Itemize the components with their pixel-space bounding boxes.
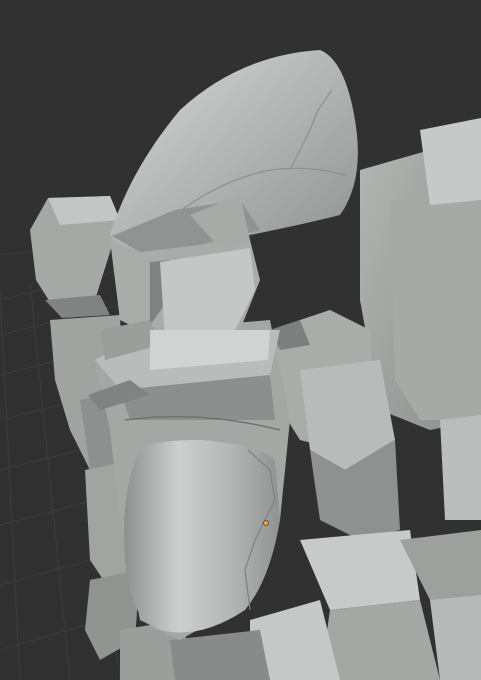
origin-point-icon[interactable] [263, 520, 269, 526]
viewport-canvas[interactable] [0, 0, 481, 680]
3d-viewport[interactable] [0, 0, 481, 680]
helmet[interactable] [110, 50, 358, 252]
